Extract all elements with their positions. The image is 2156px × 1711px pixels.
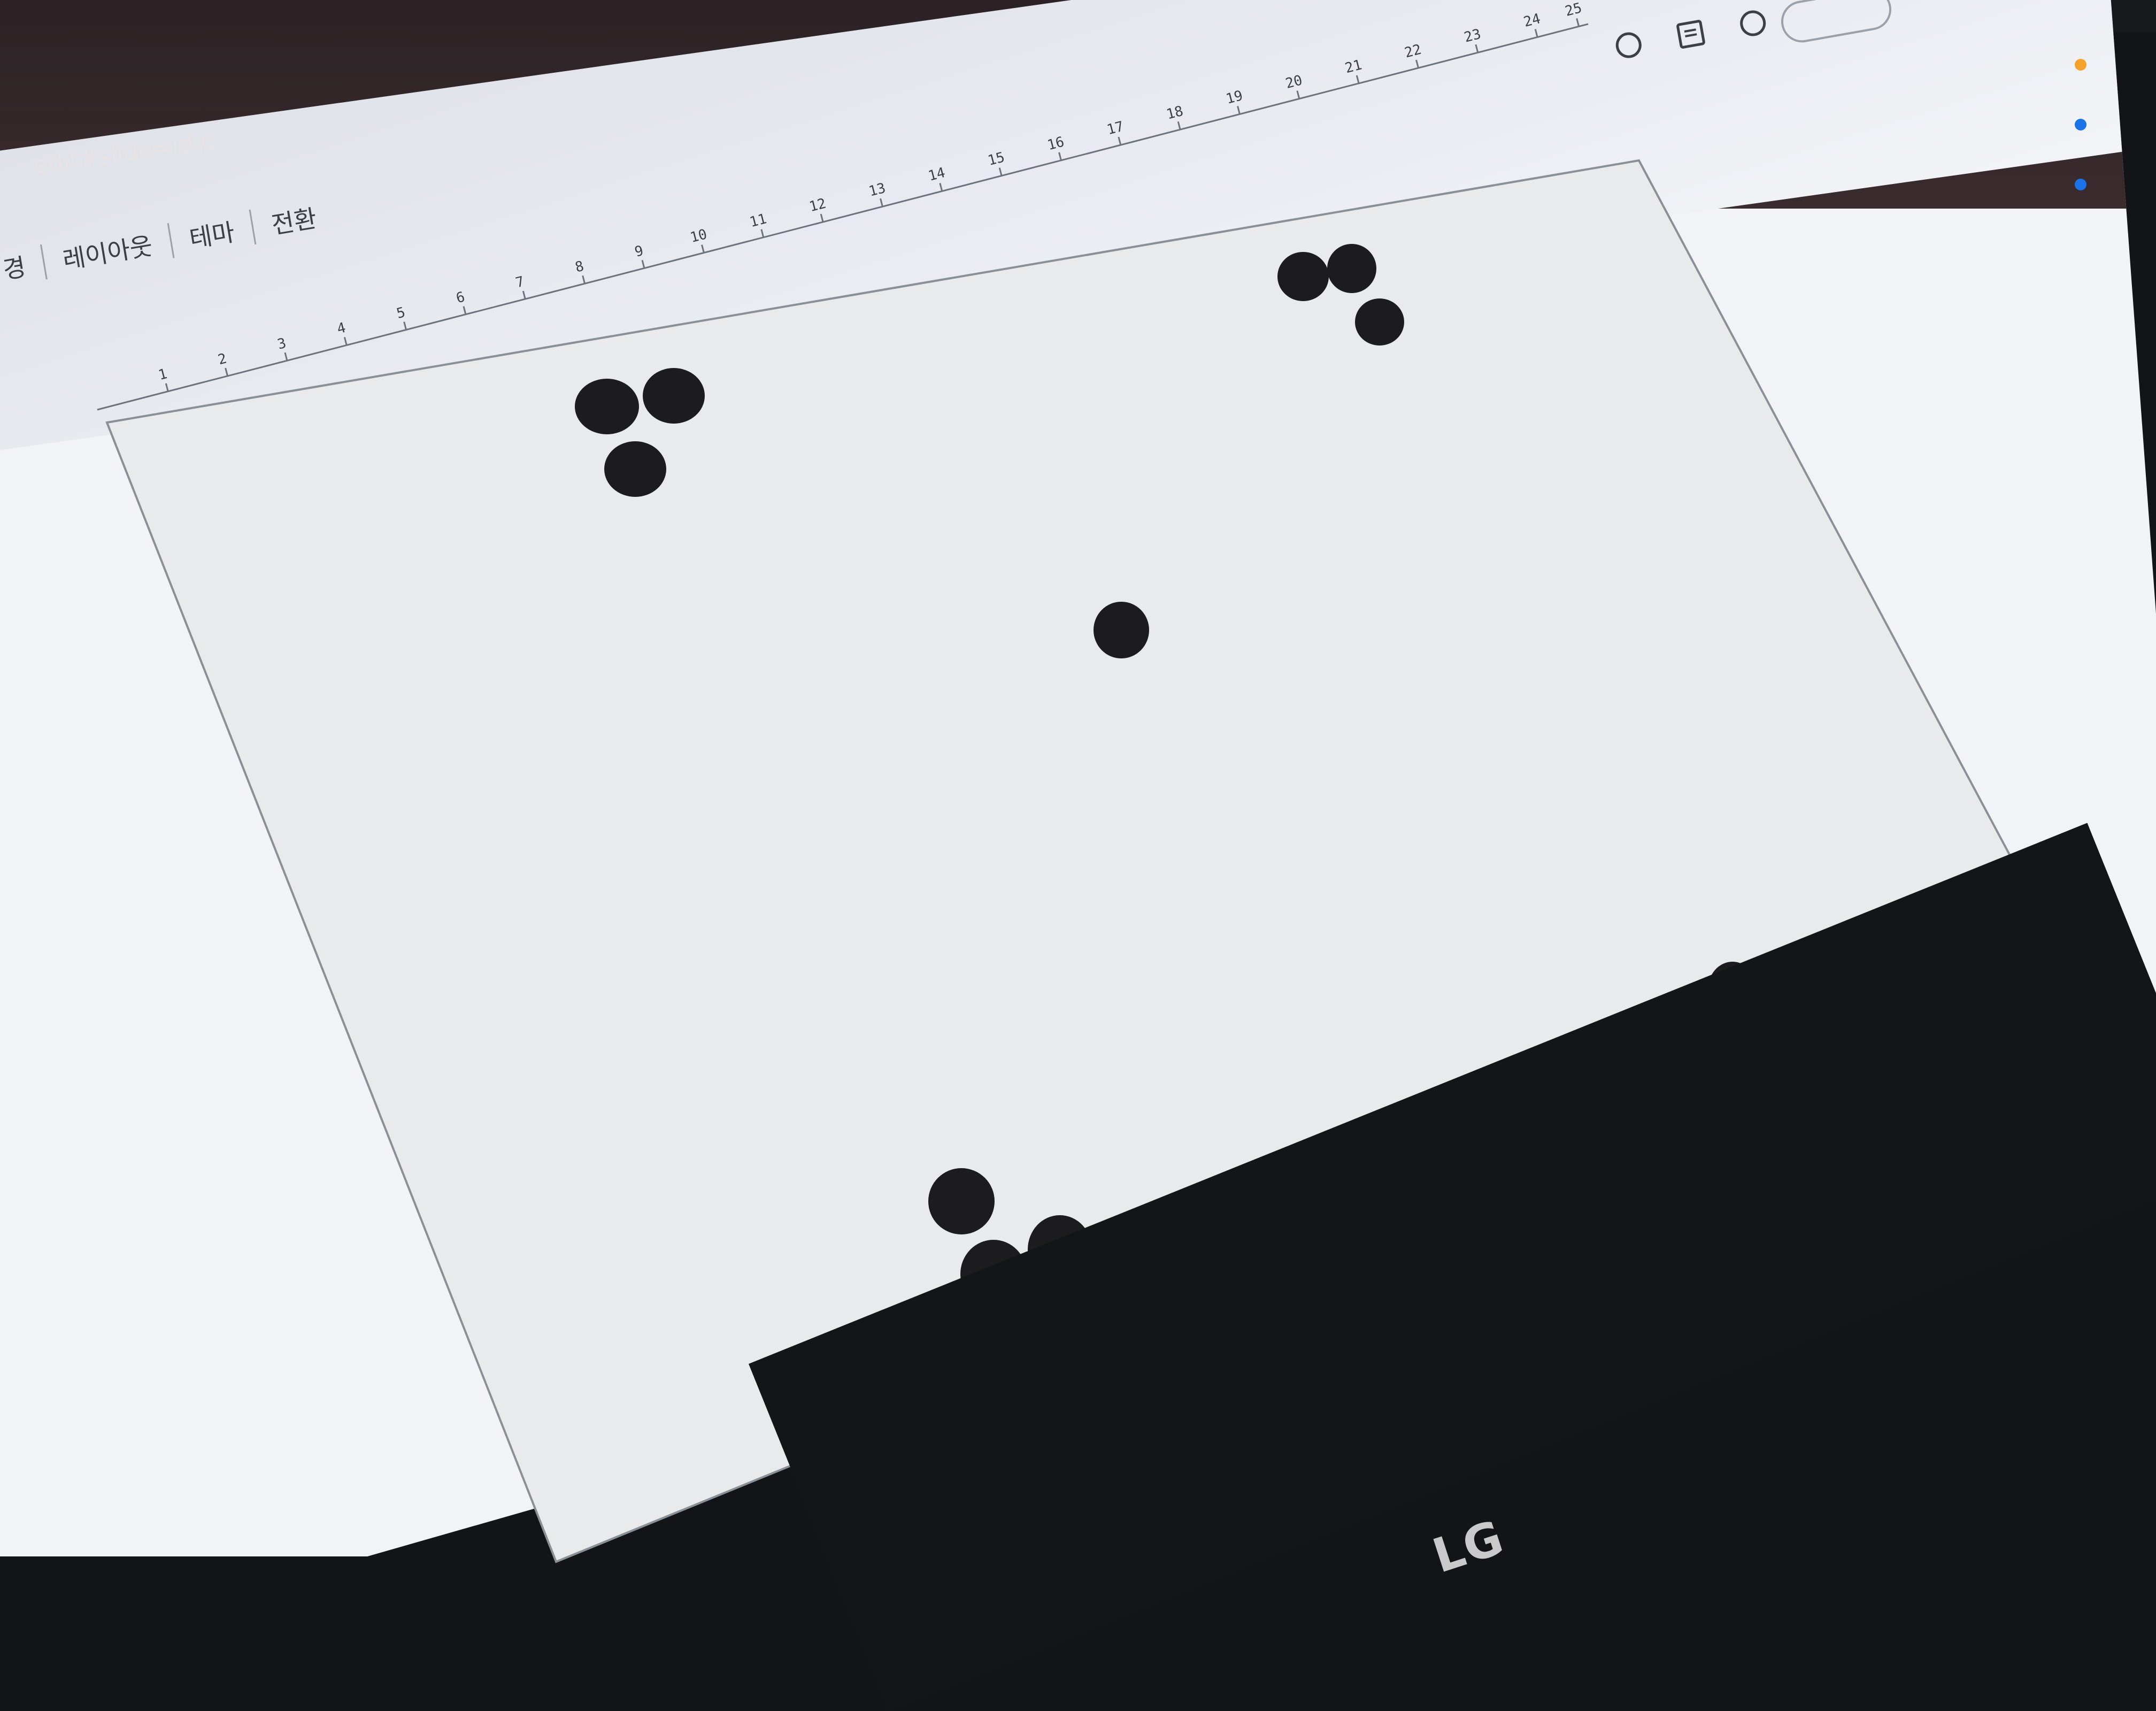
dot[interactable] [1327,244,1376,293]
dot[interactable] [604,441,666,497]
dot[interactable] [1277,252,1329,301]
dot[interactable] [575,379,639,434]
dot[interactable] [1355,298,1404,346]
dot[interactable] [1094,602,1149,658]
dot[interactable] [643,368,705,424]
dot[interactable] [928,1168,995,1234]
